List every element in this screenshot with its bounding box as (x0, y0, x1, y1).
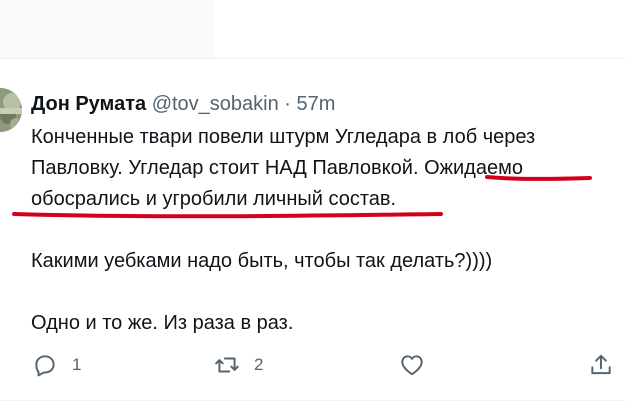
share-button[interactable] (588, 345, 614, 385)
retweet-count: 2 (254, 355, 264, 374)
author-handle[interactable]: @tov_sobakin (152, 93, 279, 115)
header-separator: · (284, 93, 291, 115)
heart-icon (399, 352, 425, 378)
tweet-timestamp[interactable]: 57m (297, 93, 336, 115)
share-icon (588, 352, 614, 378)
tweet-text: Конченные твари повели штурм Угледара в … (31, 122, 611, 339)
like-button[interactable] (399, 345, 439, 385)
tweet-header: Дон Румата @tov_sobakin · 57m (31, 92, 335, 116)
previous-tweet-shade (0, 0, 215, 58)
retweet-button[interactable]: 2 (214, 345, 263, 385)
previous-tweet-blank (215, 0, 625, 58)
tweet-line-3: обосрались и угробили личный состав. (31, 188, 397, 210)
author-name[interactable]: Дон Румата (31, 93, 146, 115)
tweet-line-2: Павловку. Угледар стоит НАД Павловкой. О… (31, 157, 523, 179)
tweet-actions: 1 2 (0, 345, 625, 385)
tweet-line-4: Какими уебками надо быть, чтобы так дела… (31, 250, 493, 272)
avatar[interactable] (0, 88, 22, 132)
reply-count: 1 (72, 355, 82, 374)
previous-tweet-area (0, 0, 625, 58)
retweet-icon (214, 352, 240, 378)
tweet-bottom-divider (0, 400, 625, 401)
tweet-line-5: Одно и то же. Из раза в раз. (31, 312, 294, 334)
reply-icon (32, 352, 58, 378)
tweet-line-1: Конченные твари повели штурм Угледара в … (31, 126, 536, 148)
reply-button[interactable]: 1 (32, 345, 81, 385)
tweet-divider (0, 58, 625, 59)
